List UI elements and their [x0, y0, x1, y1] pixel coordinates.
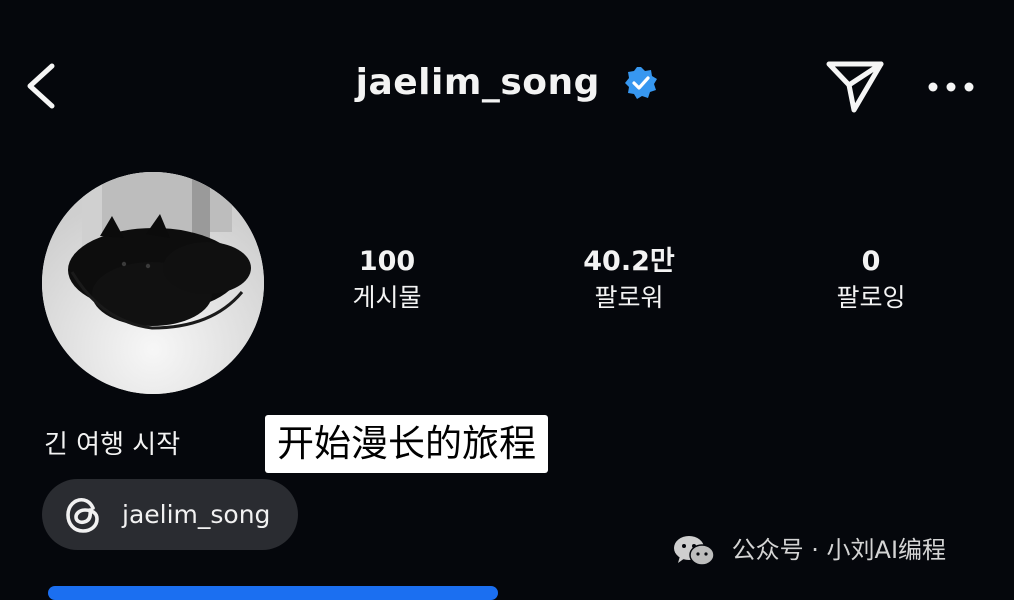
primary-action-bar[interactable]: [48, 586, 498, 600]
verified-badge-icon: [625, 66, 658, 99]
stat-following-value: 0: [861, 246, 881, 277]
stat-posts-value: 100: [358, 246, 416, 277]
watermark: 公众号 · 小刘AI编程: [672, 530, 946, 570]
paper-plane-icon[interactable]: [824, 58, 886, 114]
stat-following-label: 팔로잉: [836, 283, 906, 312]
watermark-text: 公众号 · 小刘AI编程: [731, 536, 947, 564]
caption-overlay: 开始漫长的旅程: [265, 415, 548, 473]
profile-bio: 긴 여행 시작: [44, 430, 181, 460]
stat-posts[interactable]: 100 게시물: [287, 244, 487, 316]
threads-icon: [66, 497, 99, 533]
stat-posts-label: 게시물: [352, 283, 422, 312]
wechat-icon: [674, 536, 715, 566]
threads-link-button[interactable]: jaelim_song: [42, 479, 298, 550]
profile-username[interactable]: jaelim_song: [356, 62, 600, 103]
stat-followers-label: 팔로워: [594, 283, 664, 312]
stat-followers[interactable]: 40.2만 팔로워: [529, 244, 729, 316]
threads-username: jaelim_song: [122, 500, 271, 529]
stat-following[interactable]: 0 팔로잉: [771, 244, 971, 316]
avatar[interactable]: [42, 172, 264, 394]
black-cat-photo: [42, 172, 264, 394]
profile-header: jaelim_song: [0, 0, 1014, 175]
more-horizontal-icon[interactable]: [926, 76, 976, 98]
stat-followers-value: 40.2만: [583, 246, 675, 277]
